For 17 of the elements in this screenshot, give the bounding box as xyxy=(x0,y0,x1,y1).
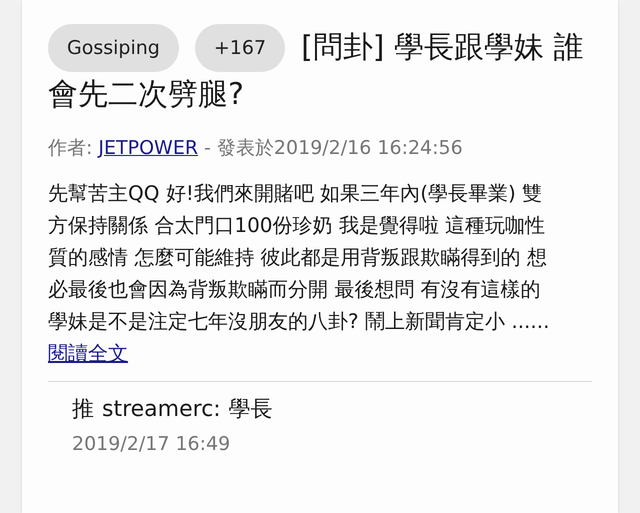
read-more-link[interactable]: 閱讀全文 xyxy=(48,336,128,368)
post-title: 會先二次劈腿? xyxy=(48,76,244,114)
push-tag: 推 xyxy=(72,392,94,428)
post-body-line: 質的感情 怎麼可能維持 彼此都是用背叛跟欺瞞得到的 想 xyxy=(48,244,548,270)
comment-user: streamerc: xyxy=(102,396,221,424)
post-title: [問卦] 學長跟學妹 誰 xyxy=(301,30,584,65)
author-label: 作者: xyxy=(48,136,92,161)
board-tag[interactable]: Gossiping xyxy=(48,24,179,72)
comment-time: 2019/2/17 16:49 xyxy=(72,432,232,456)
post-body-line: 必最後也會因為背叛欺瞞而分開 最後想問 有沒有這樣的 xyxy=(48,276,541,302)
score-tag: +167 xyxy=(194,24,286,72)
author-link[interactable]: JETPOWER xyxy=(98,134,198,162)
post-body-line: 方保持關係 合太門口100份珍奶 我是覺得啦 這種玩咖性 xyxy=(48,212,546,238)
post-body-line: 學妹是不是注定七年沒朋友的八卦? 鬧上新聞肯定小 ...... xyxy=(48,308,550,334)
post-body-line: 先幫苦主QQ 好!我們來開賭吧 如果三年內(學長畢業) 雙 xyxy=(48,180,542,206)
comment-text: 學長 xyxy=(228,396,273,424)
post-time: - 發表於2019/2/16 16:24:56 xyxy=(204,136,463,161)
